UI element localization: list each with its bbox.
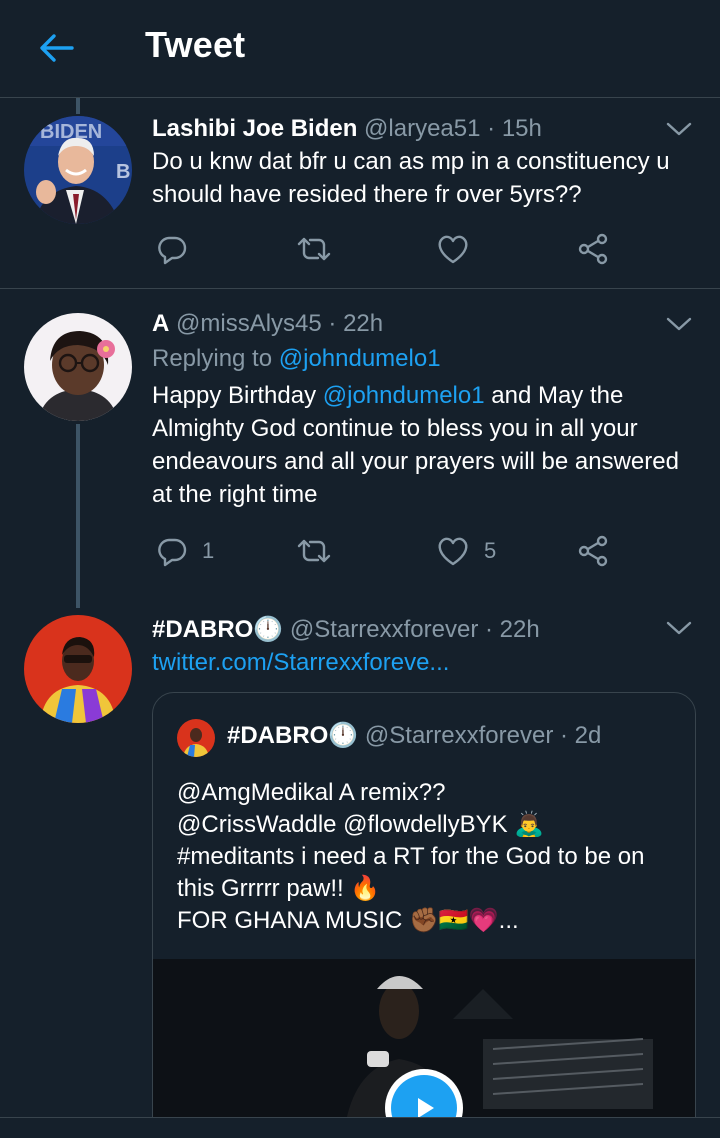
handle[interactable]: @laryea51 xyxy=(364,115,480,142)
reply-button[interactable]: 1 xyxy=(156,531,214,571)
video-thumbnail[interactable] xyxy=(153,959,695,1138)
chevron-down-icon xyxy=(666,621,692,635)
timestamp[interactable]: · 22h xyxy=(328,310,383,337)
display-name[interactable]: Lashibi Joe Biden xyxy=(152,115,357,142)
chevron-down-icon xyxy=(666,122,692,136)
share-icon xyxy=(578,233,608,265)
retweet-button[interactable] xyxy=(296,229,346,269)
heart-icon xyxy=(438,235,468,264)
quoted-display-name: #DABRO xyxy=(227,722,329,749)
tweet-menu-button[interactable] xyxy=(664,309,694,339)
tweet-meta: #DABRO🕛 @Starrexxforever · 22h xyxy=(152,616,540,643)
quoted-handle: @Starrexxforever xyxy=(364,722,554,749)
reply-icon xyxy=(158,538,187,567)
tweet-2[interactable]: A @missAlys45 · 22h Replying to @johndum… xyxy=(0,289,720,601)
tweet-1[interactable]: BIDEN B Lashibi Joe Biden @laryea51 · 15… xyxy=(0,98,720,288)
bottom-bar xyxy=(0,1117,720,1138)
mention-link[interactable]: @johndumelo1 xyxy=(323,382,485,409)
avatar[interactable] xyxy=(24,313,132,421)
avatar[interactable]: BIDEN B xyxy=(24,116,132,224)
reply-count: 1 xyxy=(202,538,215,563)
heart-icon xyxy=(438,537,468,566)
reply-icon xyxy=(158,236,187,265)
reply-button[interactable] xyxy=(156,229,202,269)
display-name[interactable]: #DABRO xyxy=(152,616,253,643)
replying-to: Replying to @johndumelo1 xyxy=(152,345,441,372)
back-arrow-icon xyxy=(40,34,74,62)
back-button[interactable] xyxy=(30,22,82,74)
replying-to-link[interactable]: @johndumelo1 xyxy=(279,345,441,372)
share-button[interactable] xyxy=(576,229,610,269)
page-title: Tweet xyxy=(145,24,246,65)
timestamp[interactable]: · 15h xyxy=(487,115,542,142)
avatar[interactable] xyxy=(24,615,132,723)
quoted-avatar xyxy=(177,719,215,757)
tweet-meta: Lashibi Joe Biden @laryea51 · 15h xyxy=(152,114,696,144)
like-button[interactable] xyxy=(436,229,484,269)
like-count: 5 xyxy=(484,538,497,563)
handle[interactable]: @missAlys45 xyxy=(176,310,322,337)
tweet-text: Happy Birthday @johndumelo1 and May the … xyxy=(152,382,679,508)
tweet-meta: A @missAlys45 · 22h xyxy=(152,309,696,339)
chevron-down-icon xyxy=(666,317,692,331)
handle[interactable]: @Starrexxforever xyxy=(290,616,478,643)
retweet-button[interactable] xyxy=(296,531,346,571)
timestamp[interactable]: · 22h xyxy=(485,616,540,643)
like-button[interactable]: 5 xyxy=(436,531,496,571)
display-name[interactable]: A xyxy=(152,310,169,337)
quoted-text: @AmgMedikal A remix?? @CrissWaddle @flow… xyxy=(177,779,645,934)
tweet-actions: 1 5 xyxy=(152,531,622,571)
tweet-menu-button[interactable] xyxy=(664,114,694,144)
retweet-icon xyxy=(297,237,331,261)
tweet-text: Do u knw dat bfr u can as mp in a consti… xyxy=(152,148,670,208)
retweet-icon xyxy=(297,539,331,563)
share-icon xyxy=(578,535,608,567)
tweet-link[interactable]: twitter.com/Starrexxforeve... xyxy=(152,648,696,678)
quoted-tweet[interactable]: #DABRO🕛 @Starrexxforever · 2d @AmgMedika… xyxy=(152,692,696,1138)
tweet-menu-button[interactable] xyxy=(664,613,694,643)
quoted-timestamp: · 2d xyxy=(560,722,602,749)
svg-text:B: B xyxy=(116,161,130,183)
share-button[interactable] xyxy=(576,531,610,571)
app-header: Tweet xyxy=(0,0,720,98)
quoted-meta: #DABRO🕛 @Starrexxforever · 2d xyxy=(227,722,602,749)
tweet-actions xyxy=(152,229,622,269)
